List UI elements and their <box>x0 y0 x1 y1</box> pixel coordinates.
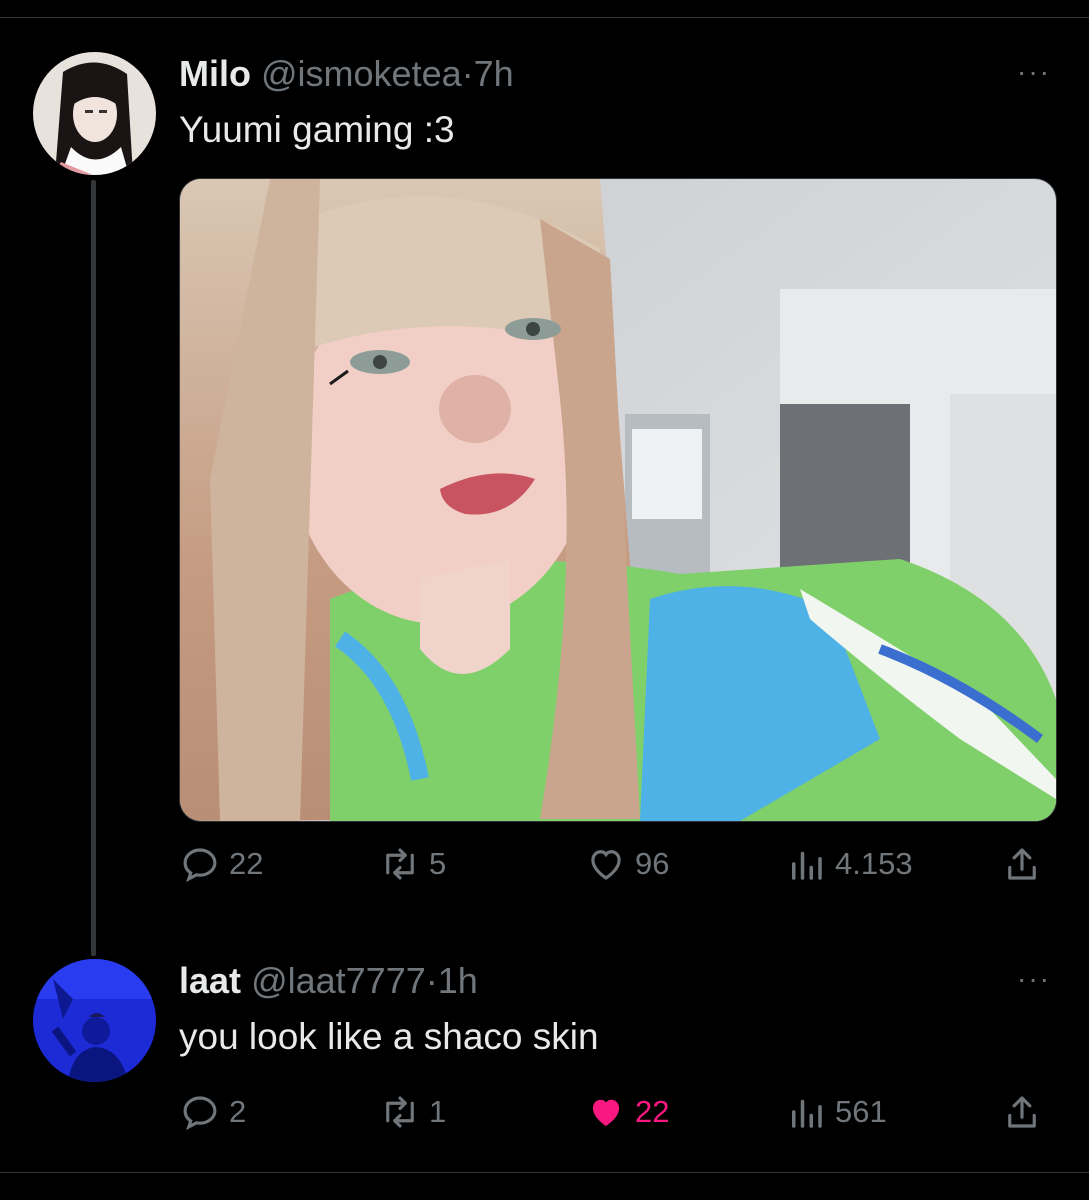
tweet-actions: 2 1 22 561 <box>179 1091 1051 1135</box>
tweet-text: Yuumi gaming :3 <box>179 109 455 150</box>
retweet-button[interactable]: 1 <box>379 1091 446 1133</box>
timestamp[interactable]: 1h <box>438 960 478 1001</box>
view-count: 561 <box>835 1094 887 1129</box>
reply-icon <box>183 848 217 883</box>
share-icon <box>1008 1096 1036 1128</box>
blue-photo-avatar-icon <box>33 959 156 1082</box>
retweet-icon <box>386 1096 414 1128</box>
anime-avatar-icon <box>33 52 156 175</box>
thread-connector-line <box>91 180 96 956</box>
timestamp[interactable]: 7h <box>474 53 514 94</box>
user-handle[interactable]: @laat7777 <box>251 960 426 1001</box>
display-name[interactable]: laat <box>179 960 241 1001</box>
reply-icon <box>183 1096 217 1131</box>
reply-count: 2 <box>229 1094 247 1129</box>
like-button[interactable]: 96 <box>585 843 669 885</box>
user-handle[interactable]: @ismoketea <box>261 53 462 94</box>
retweet-count: 1 <box>429 1094 447 1129</box>
bar-chart-icon <box>792 851 822 880</box>
reply-count: 22 <box>229 846 264 881</box>
like-button[interactable]: 22 <box>585 1091 669 1133</box>
selfie-photo-icon <box>180 179 1056 821</box>
views-button[interactable]: 561 <box>785 1091 887 1133</box>
share-icon <box>1008 848 1036 880</box>
more-options-icon[interactable]: ··· <box>1017 965 1051 993</box>
retweet-icon <box>386 848 414 880</box>
display-name[interactable]: Milo <box>179 53 251 94</box>
separator-dot: · <box>425 960 438 1001</box>
tweet-header: laat @laat7777·1h <box>179 961 478 1001</box>
bottom-divider <box>0 1172 1089 1173</box>
separator-dot: · <box>461 53 474 94</box>
more-options-icon[interactable]: ··· <box>1017 58 1051 86</box>
tweet-text: you look like a shaco skin <box>179 1016 599 1057</box>
like-count: 22 <box>635 1094 670 1129</box>
tweet-header: Milo @ismoketea·7h <box>179 54 514 94</box>
like-count: 96 <box>635 846 670 881</box>
retweet-count: 5 <box>429 846 447 881</box>
share-button[interactable] <box>1001 1091 1051 1133</box>
avatar[interactable] <box>33 52 156 175</box>
views-button[interactable]: 4.153 <box>785 843 913 885</box>
share-button[interactable] <box>1001 843 1051 885</box>
heart-icon <box>591 850 621 880</box>
bar-chart-icon <box>792 1099 822 1128</box>
heart-filled-icon <box>592 1099 620 1126</box>
view-count: 4.153 <box>835 846 913 881</box>
tweet-media-photo[interactable] <box>179 178 1057 822</box>
reply-button[interactable]: 2 <box>179 1091 246 1133</box>
top-divider <box>0 17 1089 18</box>
reply-button[interactable]: 22 <box>179 843 263 885</box>
avatar[interactable] <box>33 959 156 1082</box>
tweet-actions: 22 5 96 4.153 <box>179 843 1051 887</box>
retweet-button[interactable]: 5 <box>379 843 446 885</box>
